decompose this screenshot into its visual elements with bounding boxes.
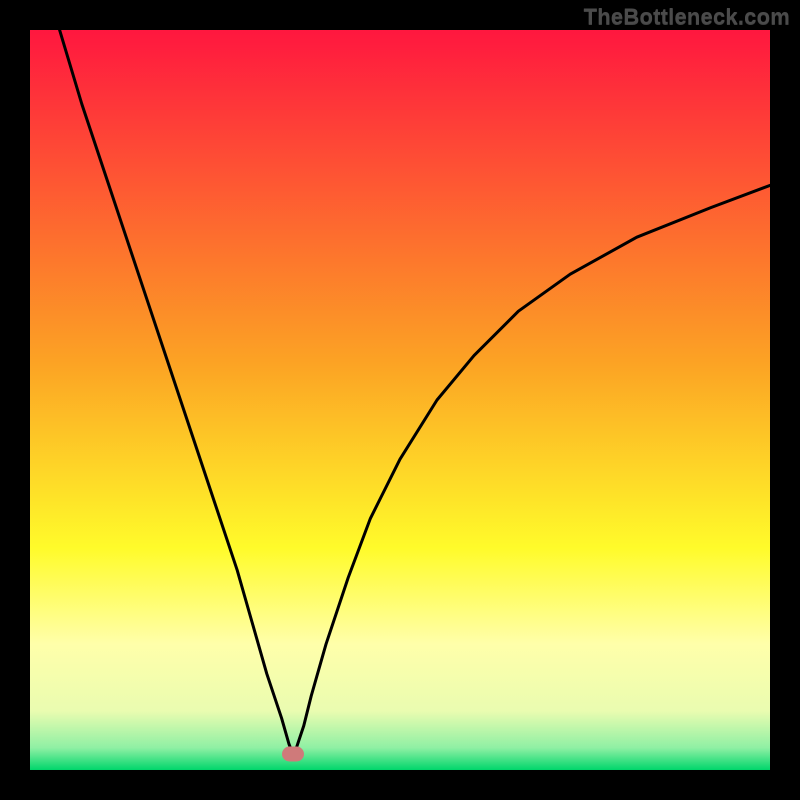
gradient-background (30, 30, 770, 770)
plot-svg (30, 30, 770, 770)
watermark-text: TheBottleneck.com (584, 4, 790, 30)
chart-frame: TheBottleneck.com (0, 0, 800, 800)
plot-area (30, 30, 770, 770)
optimal-marker (282, 746, 304, 761)
